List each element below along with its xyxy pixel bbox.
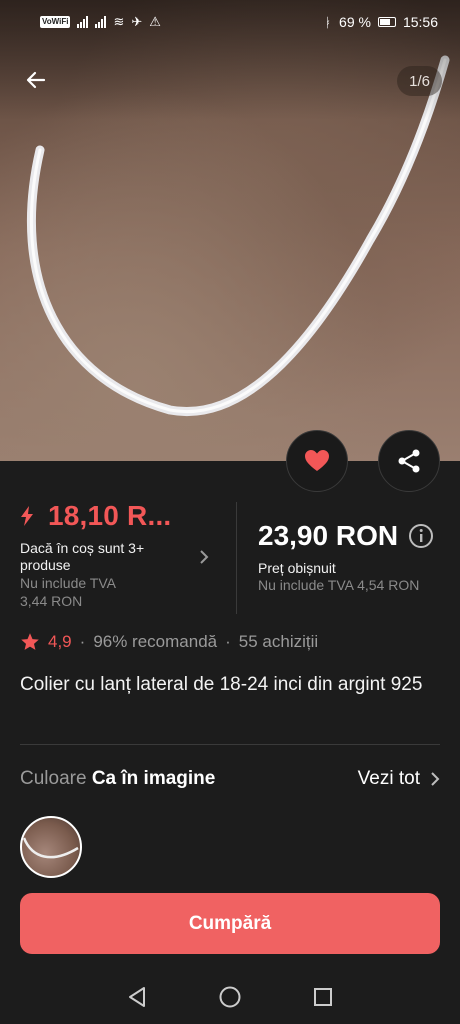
color-swatch[interactable] [20, 816, 82, 878]
see-all-link[interactable]: Vezi tot [358, 768, 440, 790]
vowifi-badge: VoWiFi [40, 16, 71, 28]
signal-2-icon [95, 16, 107, 28]
color-variant-row[interactable]: Culoare Ca în imagine Vezi tot [20, 768, 440, 790]
status-bar: VoWiFi ≋ ✈ ⚠ ᛓ 69 % 15:56 [0, 0, 460, 44]
bulk-vat-amount: 3,44 RON [20, 593, 83, 609]
product-title: Colier cu lanț lateral de 18-24 inci din… [20, 674, 423, 695]
bulk-condition: Dacă în coș sunt 3+ produse [20, 540, 145, 573]
regular-price: 23,90 RON [258, 520, 399, 551]
heart-icon [305, 450, 329, 471]
system-nav-bar [0, 970, 460, 1024]
purchase-count: 55 achiziții [238, 632, 319, 651]
bulk-price: 18,10 R... [48, 500, 172, 531]
variant-label: Culoare [20, 768, 87, 789]
recommend-rate: 96% recomandă [93, 632, 218, 651]
star-icon [21, 633, 39, 650]
clock: 15:56 [402, 14, 438, 30]
see-all-label: Vezi tot [357, 768, 420, 789]
warning-icon: ⚠ [149, 14, 161, 29]
signal-icon [77, 16, 89, 28]
nav-back-button[interactable] [117, 977, 157, 1017]
arrow-left-icon [26, 71, 46, 89]
variant-value: Ca în imagine [91, 768, 216, 789]
separator: · [225, 632, 231, 651]
share-icon [398, 449, 420, 473]
chevron-right-icon[interactable] [198, 548, 210, 566]
separator: · [79, 632, 86, 651]
regular-price-label: Preț obișnuit [258, 560, 336, 576]
airplane-icon: ✈ [131, 14, 143, 29]
circle-home-icon [219, 986, 241, 1008]
price-divider [236, 502, 237, 614]
info-icon[interactable] [408, 523, 434, 549]
triangle-back-icon [128, 987, 145, 1007]
nav-home-button[interactable] [210, 977, 250, 1017]
battery-level: 69 % [339, 14, 371, 30]
share-button[interactable] [378, 430, 440, 492]
swatch-thumbnail [22, 837, 79, 859]
regular-vat-note: Nu include TVA 4,54 RON [258, 577, 420, 593]
regular-price-block: 23,90 RON Preț obișnuit Nu include TVA 4… [258, 520, 448, 594]
square-recents-icon [314, 988, 333, 1006]
bulk-vat-note: Nu include TVA [20, 575, 116, 591]
buy-button[interactable]: Cumpără [20, 893, 440, 954]
wifi-icon: ≋ [113, 14, 125, 29]
nav-recents-button[interactable] [303, 977, 343, 1017]
favorite-button[interactable] [286, 430, 348, 492]
product-image[interactable] [0, 0, 460, 461]
section-divider [20, 744, 440, 745]
image-counter: 1/6 [397, 66, 442, 96]
bulk-price-block[interactable]: 18,10 R... Dacă în coș sunt 3+ produse N… [20, 500, 220, 610]
battery-icon [377, 17, 396, 27]
back-button[interactable] [20, 64, 52, 96]
bluetooth-icon: ᛓ [324, 14, 333, 30]
rating-score: 4,9 [48, 632, 72, 651]
chevron-right-icon [431, 772, 440, 786]
rating-row[interactable]: 4,9 · 96% recomandă · 55 achiziții [20, 632, 318, 652]
lightning-icon [21, 506, 33, 526]
